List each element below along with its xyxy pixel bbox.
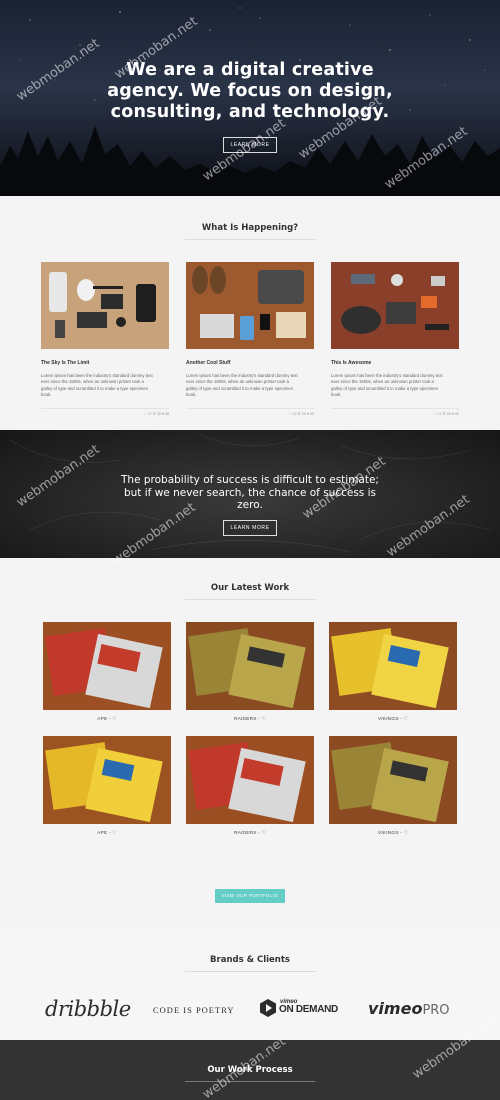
card-image-gear-flatlay[interactable]	[41, 262, 169, 349]
news-section-title: What Is Happening?	[201, 223, 299, 233]
book-cover-image[interactable]	[43, 736, 171, 824]
work-item-label: RAIDERS - ♡	[233, 831, 267, 836]
card-image-outdoor-flatlay[interactable]	[331, 262, 459, 349]
card-meta: ♡ 17 ☰ 30 ♥ 98	[41, 408, 169, 416]
work-item-label: VIKINGS - ♡	[377, 831, 409, 836]
book-cover-image[interactable]	[186, 622, 314, 710]
hero-section: We are a digital creative agency. We foc…	[0, 0, 500, 196]
work-item[interactable]: VIKINGS - ♡	[329, 736, 457, 836]
quote-learn-more-button[interactable]: LEARN MORE	[223, 519, 277, 536]
latest-work-section: Our Latest Work APE - ♡ RAIDERS - ♡ VIKI…	[0, 558, 500, 930]
work-item-label: APE - ♡	[97, 831, 117, 836]
card-meta: ♡ 12 ☰ 00 ♥ 00	[331, 408, 459, 416]
view-portfolio-button[interactable]: VIEW OUR PORTFOLIO	[215, 889, 285, 903]
card-title[interactable]: Another Cool Stuff	[186, 360, 314, 366]
book-cover-image[interactable]	[43, 622, 171, 710]
work-process-title: Our Work Process	[207, 1065, 293, 1075]
work-item-label: VIKINGS - ♡	[377, 717, 409, 722]
brand-logos: dribbble CODE IS POETRY vimeo ON DEMAND …	[0, 997, 500, 1023]
brands-section: Brands & Clients dribbble CODE IS POETRY…	[0, 930, 500, 1040]
work-item-label: APE - ♡	[97, 717, 117, 722]
hero-title: We are a digital creative agency. We foc…	[107, 60, 393, 122]
card-text: Lorem Ipsum has been the industry's stan…	[331, 373, 443, 397]
work-item[interactable]: VIKINGS - ♡	[329, 622, 457, 722]
work-grid: APE - ♡ RAIDERS - ♡ VIKINGS - ♡ APE - ♡ …	[43, 622, 457, 836]
card-meta: ♡ 12 ☰ 00 ♥ 00	[186, 408, 314, 416]
news-card[interactable]: This Is Awesome Lorem Ipsum has been the…	[331, 262, 459, 416]
work-item[interactable]: APE - ♡	[43, 736, 171, 836]
news-cards: The Sky Is The Limit Lorem Ipsum has bee…	[41, 262, 459, 416]
hero-learn-more-button[interactable]: LEARN MORE	[223, 137, 277, 153]
latest-work-title: Our Latest Work	[210, 583, 290, 593]
card-image-travel-flatlay[interactable]	[186, 262, 314, 349]
card-title[interactable]: This Is Awesome	[331, 360, 459, 366]
section-divider	[185, 971, 315, 972]
section-divider	[185, 239, 315, 240]
work-process-section: Our Work Process	[0, 1040, 500, 1100]
play-hexagon-icon	[260, 999, 276, 1017]
card-text: Lorem Ipsum has been the industry's stan…	[41, 373, 153, 397]
quote-section: The probability of success is difficult …	[0, 430, 500, 558]
section-divider	[185, 1081, 315, 1082]
quote-text: The probability of success is difficult …	[121, 474, 379, 511]
vimeo-word: vimeo	[368, 999, 423, 1018]
card-title[interactable]: The Sky Is The Limit	[41, 360, 169, 366]
vimeo-on-demand-logo[interactable]: vimeo ON DEMAND	[260, 999, 338, 1022]
vod-big-label: ON DEMAND	[279, 1004, 338, 1015]
work-item-label: RAIDERS - ♡	[233, 717, 267, 722]
vimeo-pro-word: PRO	[422, 1003, 450, 1018]
card-text: Lorem Ipsum has been the industry's stan…	[186, 373, 298, 397]
work-item[interactable]: RAIDERS - ♡	[186, 736, 314, 836]
news-card[interactable]: Another Cool Stuff Lorem Ipsum has been …	[186, 262, 314, 416]
brands-title: Brands & Clients	[210, 955, 290, 965]
book-cover-image[interactable]	[329, 622, 457, 710]
book-cover-image[interactable]	[186, 736, 314, 824]
code-is-poetry-logo[interactable]: CODE IS POETRY	[153, 1005, 235, 1015]
news-section: What Is Happening? The Sky Is The Limit …	[0, 196, 500, 430]
news-card[interactable]: The Sky Is The Limit Lorem Ipsum has bee…	[41, 262, 169, 416]
work-item[interactable]: APE - ♡	[43, 622, 171, 722]
section-divider	[185, 599, 315, 600]
vimeo-pro-logo[interactable]: vimeoPRO	[368, 999, 450, 1018]
dribbble-logo[interactable]: dribbble	[45, 997, 131, 1021]
work-item[interactable]: RAIDERS - ♡	[186, 622, 314, 722]
book-cover-image[interactable]	[329, 736, 457, 824]
